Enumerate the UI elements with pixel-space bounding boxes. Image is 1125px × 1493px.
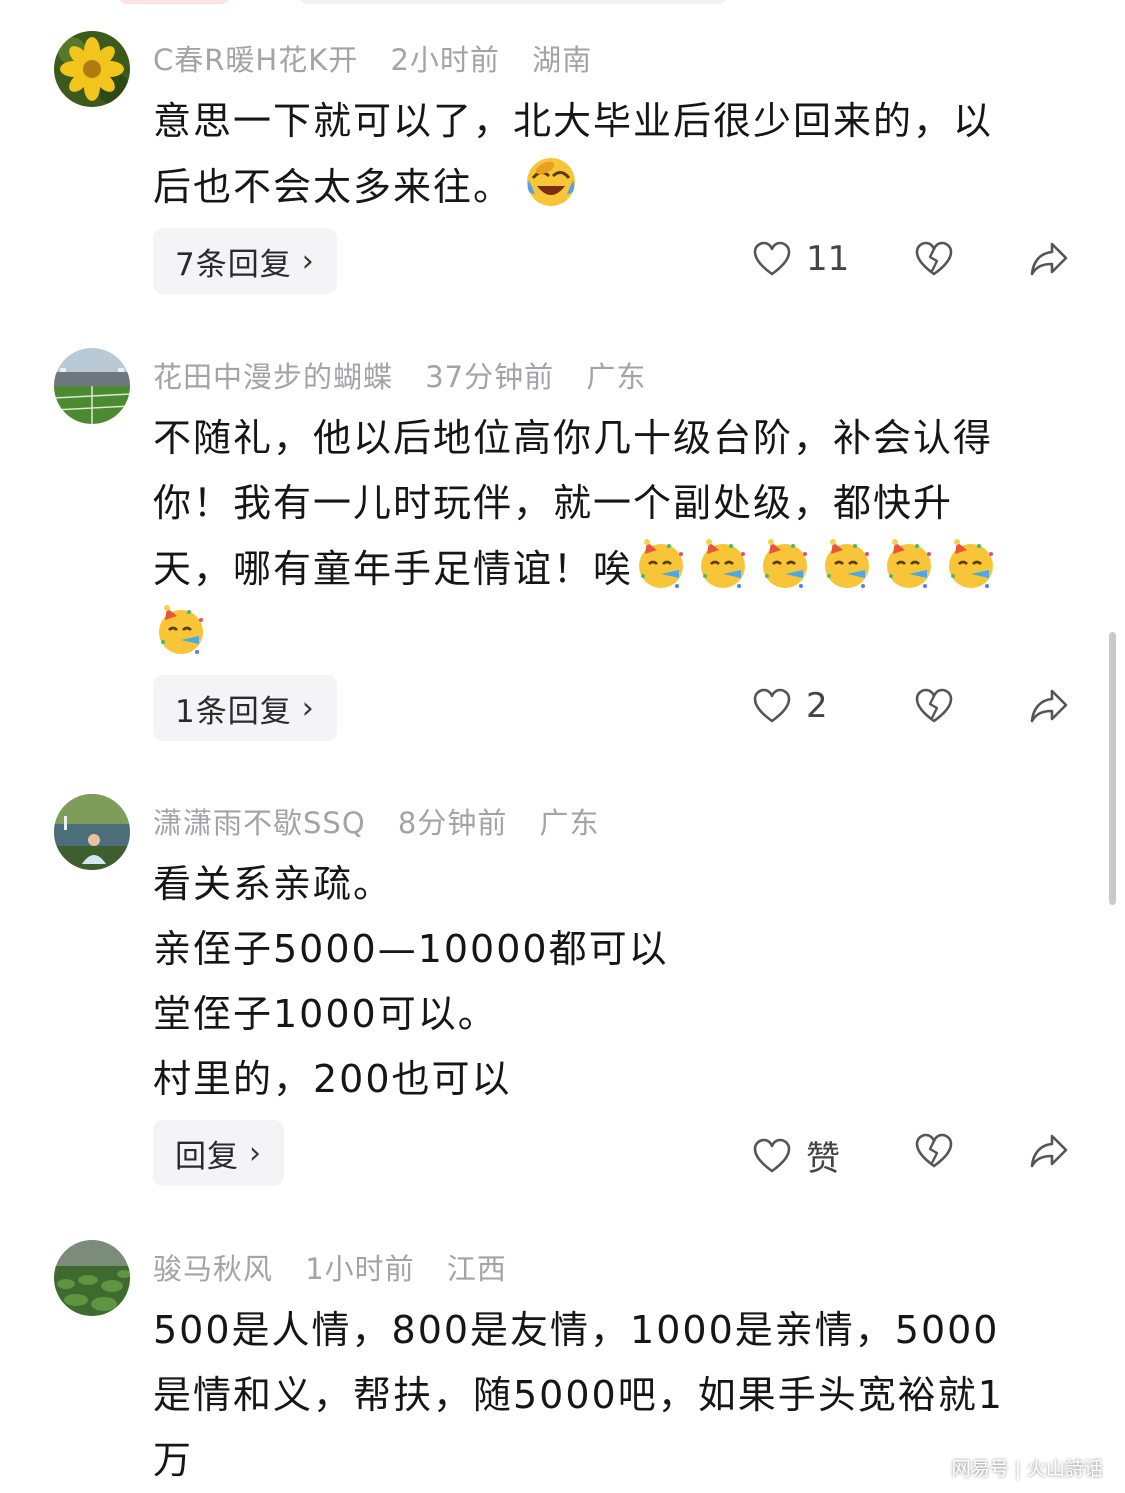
like-label: 赞 (806, 1139, 840, 1179)
comment-line: 万 (153, 1438, 194, 1482)
broken-heart-icon (915, 688, 953, 723)
avatar[interactable] (54, 348, 130, 424)
username[interactable]: 骏马秋风 (153, 1252, 273, 1286)
flower-avatar-icon (54, 31, 130, 107)
scrollbar[interactable] (1109, 632, 1116, 905)
comment-line: 意思一下就可以了，北大毕业后很少回来的，以 (153, 99, 994, 143)
timestamp: 1小时前 (305, 1252, 415, 1286)
like-button[interactable]: 2 (752, 686, 828, 726)
comment-line: 不随礼，他以后地位高你几十级台阶，补会认得 (153, 416, 994, 460)
comment-line: 亲侄子5000—10000都可以 (153, 927, 669, 971)
lotus-field-avatar-icon (54, 1240, 130, 1316)
dislike-button[interactable] (914, 686, 954, 730)
timestamp: 8分钟前 (397, 806, 508, 840)
comment-actions: 11 (0, 228, 1125, 294)
stadium-avatar-icon (54, 348, 130, 424)
party-face-emoji-icon (633, 536, 689, 592)
party-face-emoji-icon (695, 536, 751, 592)
location: 广东 (539, 806, 600, 840)
like-button[interactable]: 赞 (752, 1131, 840, 1180)
username[interactable]: 花田中漫步的蝴蝶 (153, 360, 393, 394)
like-button[interactable]: 11 (752, 239, 849, 279)
party-face-emoji-icon (819, 536, 875, 592)
share-button[interactable] (1028, 1131, 1070, 1175)
broken-heart-icon (915, 241, 953, 276)
heart-outline-icon (753, 241, 791, 276)
laughing-emoji-icon (523, 154, 579, 210)
comment-meta: 潇潇雨不歇SSQ 8分钟前 广东 (153, 800, 622, 842)
share-arrow-icon (1030, 242, 1068, 276)
comment-line: 天，哪有童年手足情谊！唉 (153, 547, 634, 591)
share-arrow-icon (1030, 689, 1068, 723)
heart-outline-icon (753, 688, 791, 723)
man-lake-avatar-icon (54, 794, 130, 870)
location: 湖南 (532, 43, 593, 77)
comment-meta: 花田中漫步的蝴蝶 37分钟前 广东 (153, 354, 668, 396)
comment-line: 500是人情，800是友情，1000是亲情，5000 (153, 1308, 1000, 1352)
timestamp: 2小时前 (390, 43, 500, 77)
party-face-emoji-icon (943, 536, 999, 592)
party-face-emoji-icon (153, 602, 209, 658)
watermark-source: 网易号 (951, 1458, 1009, 1480)
party-face-emoji-icon (881, 536, 937, 592)
avatar[interactable] (54, 31, 130, 107)
watermark: 网易号 | 火山詩话 (951, 1458, 1103, 1480)
top-tab-indicator (118, 0, 230, 4)
comment-actions: 2 (0, 675, 1125, 741)
comment-meta: C春R暖H花K开 2小时前 湖南 (153, 37, 614, 79)
party-face-emoji-icon (757, 536, 813, 592)
username[interactable]: 潇潇雨不歇SSQ (153, 806, 366, 840)
comment-line: 你！我有一儿时玩伴，就一个副处级，都快升 (153, 481, 954, 525)
like-count: 2 (806, 686, 828, 726)
comment-line: 后也不会太多来往。 (153, 165, 514, 209)
watermark-author: 火山詩话 (1026, 1458, 1103, 1480)
dislike-button[interactable] (914, 1131, 954, 1175)
comment-text: 意思一下就可以了，北大毕业后很少回来的，以 后也不会太多来往。 (153, 89, 1073, 220)
comment-line: 堂侄子1000可以。 (153, 992, 498, 1036)
broken-heart-icon (915, 1133, 953, 1168)
username[interactable]: C春R暖H花K开 (153, 43, 358, 77)
share-button[interactable] (1028, 686, 1070, 730)
comment-text: 看关系亲疏。 亲侄子5000—10000都可以 堂侄子1000可以。 村里的，2… (153, 852, 1073, 1112)
comment-actions: 赞 (0, 1120, 1125, 1186)
dislike-button[interactable] (914, 239, 954, 283)
avatar[interactable] (54, 794, 130, 870)
avatar[interactable] (54, 1240, 130, 1316)
heart-outline-icon (753, 1138, 791, 1172)
comment-text: 不随礼，他以后地位高你几十级台阶，补会认得 你！我有一儿时玩伴，就一个副处级，都… (153, 406, 1073, 668)
top-input-pill (298, 0, 728, 4)
like-count: 11 (806, 239, 850, 279)
location: 江西 (446, 1252, 507, 1286)
timestamp: 37分钟前 (425, 360, 555, 394)
share-button[interactable] (1028, 239, 1070, 283)
location: 广东 (586, 360, 647, 394)
comment-line: 村里的，200也可以 (153, 1057, 512, 1101)
comment-meta: 骏马秋风 1小时前 江西 (153, 1246, 529, 1288)
comment-line: 看关系亲疏。 (153, 862, 394, 906)
share-arrow-icon (1030, 1134, 1068, 1168)
comment-line: 是情和义，帮扶，随5000吧，如果手头宽裕就1 (153, 1373, 1004, 1417)
comment-text: 500是人情，800是友情，1000是亲情，5000 是情和义，帮扶，随5000… (153, 1298, 1073, 1493)
